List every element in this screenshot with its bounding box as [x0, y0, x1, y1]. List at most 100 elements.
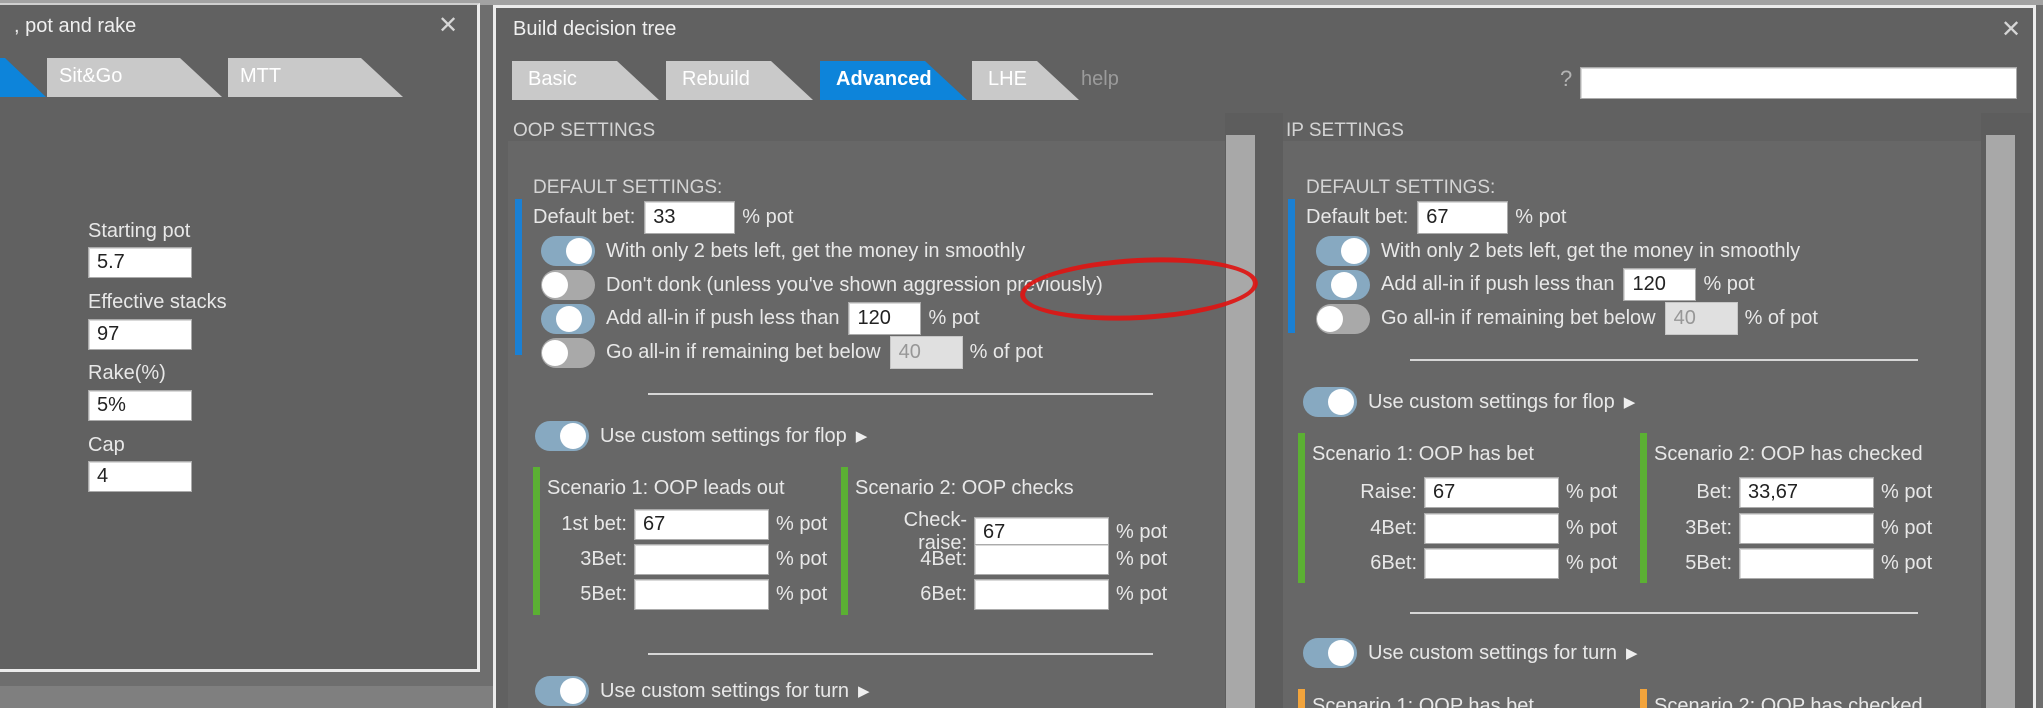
oop-flop-custom-toggle[interactable] — [535, 421, 589, 451]
scenario-title: Scenario 1: OOP has bet — [1312, 695, 1534, 708]
row-label: 1st bet: — [561, 513, 627, 535]
tab-active-fragment[interactable] — [0, 58, 46, 97]
scenario-title: Scenario 1: OOP leads out — [547, 477, 785, 499]
toggle-knob — [1341, 238, 1367, 264]
go-allin-suffix: % of pot — [969, 341, 1043, 363]
toggle-knob — [542, 272, 568, 298]
scenario-row: 1st bet: % pot — [547, 509, 827, 540]
money-in-label: With only 2 bets left, get the money in … — [606, 239, 1026, 262]
oop-flop-custom-row: Use custom settings for flop ▶ — [535, 418, 867, 454]
starting-pot-input[interactable] — [88, 247, 192, 278]
pot-and-rake-window: , pot and rake ✕ Sit&Go MTT Starting pot… — [0, 3, 480, 672]
raise-input[interactable] — [1424, 477, 1559, 508]
tab-basic[interactable]: Basic — [512, 61, 659, 100]
row-suffix: % pot — [1566, 481, 1618, 503]
cap-input[interactable] — [88, 461, 192, 492]
dialog-search-input[interactable] — [1580, 67, 2017, 99]
ip-flop-custom-toggle[interactable] — [1303, 387, 1357, 417]
help-link[interactable]: help — [1081, 68, 1119, 91]
row-label: Raise: — [1360, 481, 1417, 503]
oop-turn-custom-label: Use custom settings for turn — [600, 679, 849, 702]
tab-sitandgo[interactable]: Sit&Go — [47, 58, 222, 97]
row-suffix: % pot — [776, 548, 828, 570]
go-allin-toggle[interactable] — [1316, 303, 1370, 334]
oop-default-accent-bar — [515, 199, 522, 355]
ip-add-allin-input[interactable] — [1623, 268, 1697, 301]
window-title: , pot and rake — [14, 15, 137, 37]
rake-input[interactable] — [88, 390, 192, 421]
oop-scenario-2-block: Scenario 2: OOP checks Check-raise: % po… — [841, 467, 1167, 615]
scenario-accent-bar — [1298, 689, 1305, 708]
row-suffix: % pot — [776, 513, 828, 535]
cap-label: Cap — [88, 434, 125, 456]
default-bet-label: Default bet: — [1306, 205, 1409, 228]
row-label: 3Bet: — [1685, 517, 1732, 539]
ip-default-bet-input[interactable] — [1417, 200, 1509, 234]
ip-scenario-2-block: Scenario 2: OOP has checked Bet: % pot 3… — [1640, 433, 1975, 583]
close-icon[interactable]: ✕ — [438, 14, 458, 38]
threebet-input[interactable] — [1739, 513, 1874, 544]
arrow-right-icon[interactable]: ▶ — [1624, 393, 1636, 411]
ip-turn-custom-toggle[interactable] — [1303, 638, 1357, 668]
money-in-label: With only 2 bets left, get the money in … — [1381, 239, 1801, 262]
oop-default-bet-input[interactable] — [644, 200, 736, 234]
oop-turn-custom-toggle[interactable] — [535, 676, 589, 706]
row-label: Bet: — [1696, 481, 1732, 503]
row-suffix: % pot — [1116, 520, 1168, 543]
arrow-right-icon[interactable]: ▶ — [856, 427, 868, 445]
effective-stacks-input[interactable] — [88, 319, 192, 350]
scenario-row: 5Bet: % pot — [547, 579, 827, 610]
ip-default-bet-row: Default bet: % pot — [1306, 199, 1566, 235]
default-bet-suffix: % pot — [1515, 205, 1567, 228]
oop-toggle-row-money-in: With only 2 bets left, get the money in … — [541, 235, 1025, 267]
add-allin-label: Add all-in if push less than — [606, 307, 840, 329]
arrow-right-icon[interactable]: ▶ — [858, 682, 870, 700]
money-in-toggle[interactable] — [541, 236, 595, 266]
background-window-strip — [0, 686, 493, 708]
add-allin-suffix: % pot — [1703, 273, 1755, 295]
oop-add-allin-input[interactable] — [848, 302, 922, 335]
add-allin-toggle[interactable] — [541, 303, 595, 334]
scenario-row: 4Bet: % pot — [855, 544, 1167, 575]
row-label: 4Bet: — [1370, 517, 1417, 539]
money-in-toggle[interactable] — [1316, 236, 1370, 266]
tab-lhe[interactable]: LHE — [972, 61, 1079, 100]
arrow-right-icon[interactable]: ▶ — [1626, 644, 1638, 662]
row-suffix: % pot — [1116, 548, 1168, 570]
fourbet-input[interactable] — [1424, 513, 1559, 544]
scenario-title: Scenario 2: OOP checks — [855, 477, 1074, 499]
oop-scrollbar-thumb[interactable] — [1226, 135, 1255, 708]
sixbet-input[interactable] — [974, 579, 1109, 610]
rake-label: Rake(%) — [88, 362, 166, 384]
bet-input[interactable] — [1739, 477, 1874, 508]
fivebet-input[interactable] — [1739, 548, 1874, 579]
row-suffix: % pot — [1881, 552, 1933, 574]
threebet-input[interactable] — [634, 544, 769, 575]
go-allin-label: Go all-in if remaining bet below — [606, 341, 881, 363]
tab-mtt[interactable]: MTT — [228, 58, 403, 97]
row-suffix: % pot — [1116, 583, 1168, 605]
close-icon[interactable]: ✕ — [2001, 18, 2021, 42]
fivebet-input[interactable] — [634, 579, 769, 610]
oop-default-bet-row: Default bet: % pot — [533, 199, 793, 235]
oop-turn-custom-row: Use custom settings for turn ▶ — [535, 673, 870, 708]
ip-scrollbar-thumb[interactable] — [1986, 135, 2015, 708]
toggle-knob — [1317, 305, 1343, 332]
oop-toggle-row-go-allin: Go all-in if remaining bet below % of po… — [541, 336, 1043, 369]
scenario-row: 3Bet: % pot — [547, 544, 827, 575]
ip-flop-custom-row: Use custom settings for flop ▶ — [1303, 384, 1635, 420]
fourbet-input[interactable] — [974, 544, 1109, 575]
first-bet-input[interactable] — [634, 509, 769, 540]
scenario-row: 4Bet: % pot — [1312, 513, 1617, 544]
tab-advanced[interactable]: Advanced — [820, 61, 967, 100]
tab-rebuild[interactable]: Rebuild — [666, 61, 813, 100]
oop-toggle-row-dont-donk: Don't donk (unless you've shown aggressi… — [541, 269, 1103, 301]
ip-toggle-row-money-in: With only 2 bets left, get the money in … — [1316, 235, 1800, 267]
dont-donk-toggle[interactable] — [541, 270, 595, 300]
go-allin-toggle[interactable] — [541, 337, 595, 368]
add-allin-toggle[interactable] — [1316, 269, 1370, 300]
scenario-accent-bar — [841, 467, 848, 615]
sixbet-input[interactable] — [1424, 548, 1559, 579]
oop-panel: DEFAULT SETTINGS: Default bet: % pot Wit… — [508, 141, 1225, 708]
check-raise-input[interactable] — [974, 516, 1109, 548]
